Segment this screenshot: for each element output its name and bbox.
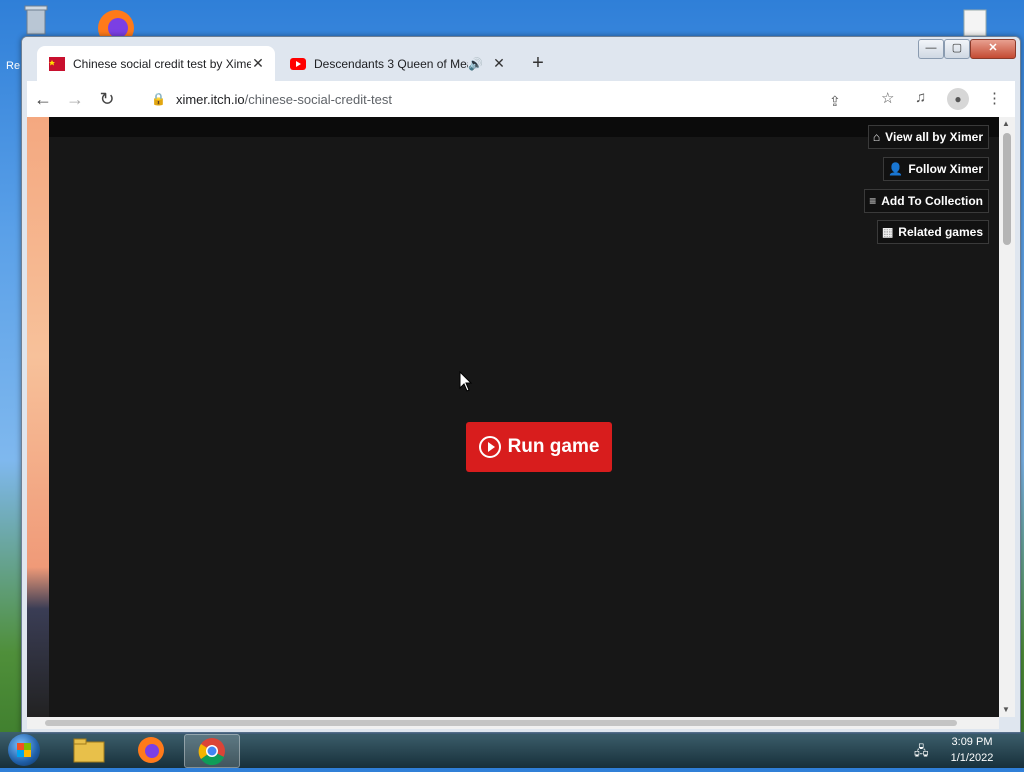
store-icon: ⌂ <box>872 130 881 144</box>
taskbar: 🖧 3:09 PM 1/1/2022 <box>0 732 1024 768</box>
back-button[interactable]: ← <box>27 89 59 110</box>
firefox-desktop-icon[interactable] <box>94 6 138 46</box>
reload-button[interactable]: ↻ <box>91 89 123 110</box>
game-frame-topbar <box>49 117 999 137</box>
follow-user-icon: 👤 <box>888 162 904 176</box>
horizontal-scroll-thumb[interactable] <box>45 720 957 726</box>
scroll-up-icon[interactable]: ▲ <box>1002 119 1010 128</box>
taskbar-chrome[interactable] <box>184 734 240 768</box>
vertical-scroll-thumb[interactable] <box>1003 133 1011 245</box>
address-bar[interactable]: 🔒 ximer.itch.io/chinese-social-credit-te… <box>139 85 847 113</box>
clock-time: 3:09 PM <box>951 736 993 748</box>
recycle-bin-icon[interactable] <box>18 4 54 36</box>
minimize-button[interactable]: — <box>918 39 944 59</box>
profile-avatar-icon[interactable]: ● <box>947 88 969 110</box>
document-desktop-icon[interactable] <box>956 8 992 38</box>
new-tab-button[interactable]: + <box>526 52 550 76</box>
scroll-down-icon[interactable]: ▼ <box>1002 705 1010 714</box>
lock-icon[interactable]: 🔒 <box>151 92 166 106</box>
tab-title: Descendants 3 Queen of Mean <box>314 56 468 71</box>
maximize-button[interactable]: ▢ <box>944 39 970 59</box>
network-icon[interactable]: 🖧 <box>914 742 929 764</box>
media-control-icon[interactable]: ♫ <box>915 89 926 106</box>
url-host: ximer.itch.io <box>175 91 245 107</box>
close-window-button[interactable]: ✕ <box>970 39 1016 59</box>
follow-button[interactable]: 👤 Follow Ximer <box>883 157 989 181</box>
follow-label: Follow Ximer <box>908 162 983 176</box>
vertical-scrollbar[interactable]: ▲ ▼ <box>999 117 1015 717</box>
tab-close-icon[interactable]: ✕ <box>492 55 506 72</box>
share-icon[interactable]: ⇪ <box>829 93 841 110</box>
tab-chinese-social-credit[interactable]: Chinese social credit test by Ximer ✕ <box>37 46 275 81</box>
run-game-button[interactable]: Run game <box>466 422 612 472</box>
chrome-icon <box>198 738 225 766</box>
related-games-label: Related games <box>898 225 983 239</box>
start-button[interactable] <box>8 734 40 766</box>
tab-strip: Chinese social credit test by Ximer ✕ De… <box>22 37 1020 81</box>
url-text[interactable]: ximer.itch.io/chinese-social-credit-test <box>176 92 392 107</box>
system-clock[interactable]: 3:09 PM 1/1/2022 <box>940 734 1004 766</box>
playlist-add-icon: ≡ <box>869 194 877 208</box>
taskbar-explorer[interactable] <box>62 734 116 766</box>
play-icon <box>478 436 501 458</box>
clock-date: 1/1/2022 <box>950 752 994 764</box>
page-content: ⌂ View all by Ximer 👤 Follow Ximer ≡ Add… <box>27 117 999 717</box>
related-games-button[interactable]: ▦ Related games <box>876 220 989 244</box>
run-game-label: Run game <box>507 436 600 457</box>
page-background-strip <box>27 117 49 717</box>
horizontal-scrollbar[interactable] <box>27 717 999 729</box>
audio-playing-icon[interactable]: 🔊 <box>468 57 483 71</box>
tab-title: Chinese social credit test by Ximer <box>73 56 251 71</box>
add-to-collection-button[interactable]: ≡ Add To Collection <box>864 189 989 213</box>
browser-toolbar: ← → ↻ 🔒 ximer.itch.io/chinese-social-cre… <box>27 81 1015 117</box>
youtube-icon <box>290 57 306 70</box>
bookmark-star-icon[interactable]: ☆ <box>881 89 894 107</box>
firefox-icon <box>138 737 164 763</box>
game-frame[interactable]: ⌂ View all by Ximer 👤 Follow Ximer ≡ Add… <box>49 117 999 717</box>
desktop-label-partial: Re <box>6 60 21 72</box>
view-all-button[interactable]: ⌂ View all by Ximer <box>867 125 989 149</box>
url-path: /chinese-social-credit-test <box>244 91 392 107</box>
tab-close-icon[interactable]: ✕ <box>251 55 265 72</box>
taskbar-firefox[interactable] <box>124 734 178 766</box>
menu-icon[interactable]: ⋮ <box>987 89 1002 107</box>
browser-window: Chinese social credit test by Ximer ✕ De… <box>21 36 1021 734</box>
mouse-cursor-icon <box>459 371 473 392</box>
view-all-label: View all by Ximer <box>885 130 983 144</box>
add-to-collection-label: Add To Collection <box>881 194 983 208</box>
tab-descendants-3[interactable]: Descendants 3 Queen of Mean 🔊 ✕ <box>278 46 516 81</box>
itch-icon <box>49 56 65 71</box>
forward-button[interactable]: → <box>59 89 91 110</box>
folder-icon <box>73 738 105 763</box>
map-icon: ▦ <box>881 225 894 239</box>
